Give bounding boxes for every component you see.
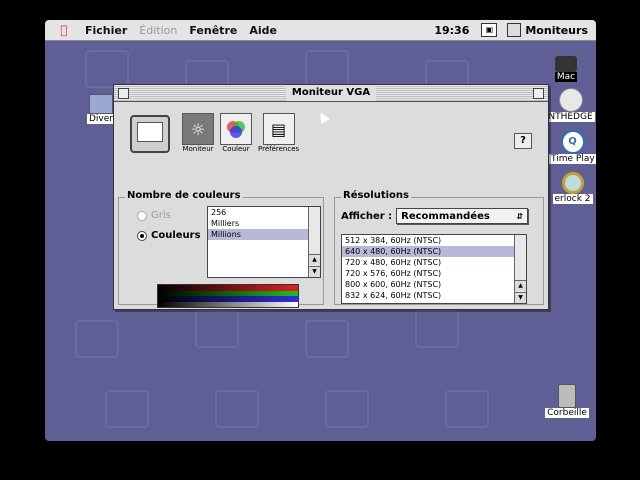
radio-gray-label: Gris <box>151 210 171 221</box>
menu-aide[interactable]: Aide <box>249 24 277 37</box>
color-depth-list[interactable]: 256 Milliers Millions ▲ ▼ <box>207 206 321 278</box>
wallpaper-logo <box>85 50 129 88</box>
radio-gray[interactable]: Gris <box>137 210 171 221</box>
color-ramp <box>157 284 299 308</box>
application-name: Moniteurs <box>525 23 588 37</box>
desktop-icon-label: Corbeille <box>545 408 589 418</box>
toolbar-button-preferences[interactable]: ▤ Préférences <box>258 113 299 153</box>
window-toolbar: ☼ Moniteur Couleur ▤ Préférences <box>130 113 305 153</box>
toolbar-button-color[interactable]: Couleur <box>220 113 252 153</box>
hard-drive-icon <box>555 56 577 72</box>
radio-colors[interactable]: Couleurs <box>137 230 201 241</box>
scroll-down-icon[interactable]: ▼ <box>309 266 320 277</box>
toolbar-label: Moniteur <box>182 145 214 153</box>
menu-fichier[interactable]: Fichier <box>85 24 127 37</box>
close-box-icon[interactable] <box>118 88 129 99</box>
wallpaper-logo <box>415 310 459 348</box>
sun-icon: ☼ <box>182 113 214 145</box>
wallpaper-logo <box>445 390 489 428</box>
list-item[interactable]: 256 <box>208 207 320 218</box>
radio-dot-icon <box>137 230 147 241</box>
list-item[interactable]: 800 x 600, 60Hz (NTSC) <box>342 279 526 290</box>
desktop-icon-label: NTHEDGE <box>546 112 595 122</box>
desktop-icon-label: Mac <box>554 72 578 82</box>
list-item[interactable]: 720 x 576, 60Hz (NTSC) <box>342 268 526 279</box>
monitor-icon <box>130 115 170 153</box>
show-popup-value: Recommandées <box>401 210 490 222</box>
scroll-up-icon[interactable]: ▲ <box>515 280 526 291</box>
show-popup[interactable]: Afficher : Recommandées ⇵ <box>341 208 529 224</box>
radio-dot-icon <box>137 210 147 221</box>
desktop-icon-label: Diver <box>87 114 115 124</box>
scroll-down-icon[interactable]: ▼ <box>515 292 526 303</box>
toolbar-button-monitor[interactable]: ☼ Moniteur <box>182 113 214 153</box>
magnifier-icon <box>561 172 584 194</box>
monitor-window: Moniteur VGA ☼ Moniteur Couleur ▤ Préfér… <box>113 84 549 310</box>
show-popup-menu[interactable]: Recommandées ⇵ <box>396 208 529 224</box>
show-label: Afficher : <box>341 210 393 222</box>
scroll-up-icon[interactable]: ▲ <box>309 254 320 265</box>
wallpaper-logo <box>75 320 119 358</box>
scrollbar[interactable]: ▲ ▼ <box>308 207 320 277</box>
application-switcher-icon[interactable]: ▣ <box>481 23 498 37</box>
window-title: Moniteur VGA <box>285 85 377 101</box>
menu-bar:  Fichier Édition Fenêtre Aide 19:36 ▣ M… <box>45 20 596 41</box>
folder-icon <box>89 94 113 114</box>
toolbar-label: Couleur <box>222 145 250 153</box>
menu-clock[interactable]: 19:36 <box>434 24 469 37</box>
desktop-icon-label: erlock 2 <box>552 194 593 204</box>
list-item[interactable]: Milliers <box>208 218 320 229</box>
resolutions-group: Résolutions Afficher : Recommandées ⇵ 51… <box>334 190 544 305</box>
window-titlebar[interactable]: Moniteur VGA <box>114 85 548 102</box>
toolbar-label: Préférences <box>258 145 300 153</box>
colors-group: Nombre de couleurs Gris Couleurs 256 Mil… <box>118 190 324 308</box>
zoom-box-icon[interactable] <box>533 88 544 99</box>
list-item[interactable]: 832 x 624, 60Hz (NTSC) <box>342 290 526 301</box>
application-menu[interactable]: Moniteurs <box>507 23 588 37</box>
desktop:  Fichier Édition Fenêtre Aide 19:36 ▣ M… <box>45 20 596 441</box>
wallpaper-logo <box>105 390 149 428</box>
resolutions-group-title: Résolutions <box>341 190 412 201</box>
monitors-app-icon <box>507 23 522 37</box>
desktop-icon-cd[interactable]: NTHEDGE <box>545 88 596 122</box>
desktop-icon-trash[interactable]: Corbeille <box>545 384 589 418</box>
list-item[interactable]: 512 x 384, 60Hz (NTSC) <box>342 235 526 246</box>
resolution-list[interactable]: 512 x 384, 60Hz (NTSC) 640 x 480, 60Hz (… <box>341 234 527 304</box>
list-item[interactable]: 640 x 480, 60Hz (NTSC) <box>342 246 526 257</box>
menu-fenetre[interactable]: Fenêtre <box>189 24 237 37</box>
menu-edition[interactable]: Édition <box>139 24 177 37</box>
colors-group-title: Nombre de couleurs <box>125 190 243 201</box>
wallpaper-logo <box>305 320 349 358</box>
desktop-icon-label: Time Play <box>549 154 596 164</box>
desktop-icon-sherlock[interactable]: erlock 2 <box>549 172 596 204</box>
wallpaper-logo <box>305 50 349 88</box>
desktop-icon-quicktime[interactable]: Q Time Play <box>549 130 596 164</box>
popup-arrows-icon: ⇵ <box>516 211 524 221</box>
preferences-icon: ▤ <box>262 113 295 145</box>
scrollbar[interactable]: ▲ ▼ <box>514 235 526 303</box>
radio-colors-label: Couleurs <box>151 230 201 241</box>
list-item[interactable]: 720 x 480, 60Hz (NTSC) <box>342 257 526 268</box>
wallpaper-logo <box>195 310 239 348</box>
wallpaper-logo <box>215 390 259 428</box>
apple-menu-icon[interactable]:  <box>55 23 73 37</box>
trash-icon <box>558 384 576 408</box>
color-wheel-icon <box>220 113 252 145</box>
help-button[interactable]: ? <box>514 133 532 149</box>
list-item[interactable]: Millions <box>208 229 320 240</box>
quicktime-icon: Q <box>560 130 585 154</box>
cd-icon <box>558 88 583 112</box>
desktop-icon-mac[interactable]: Mac <box>553 56 579 82</box>
wallpaper-logo <box>325 390 369 428</box>
